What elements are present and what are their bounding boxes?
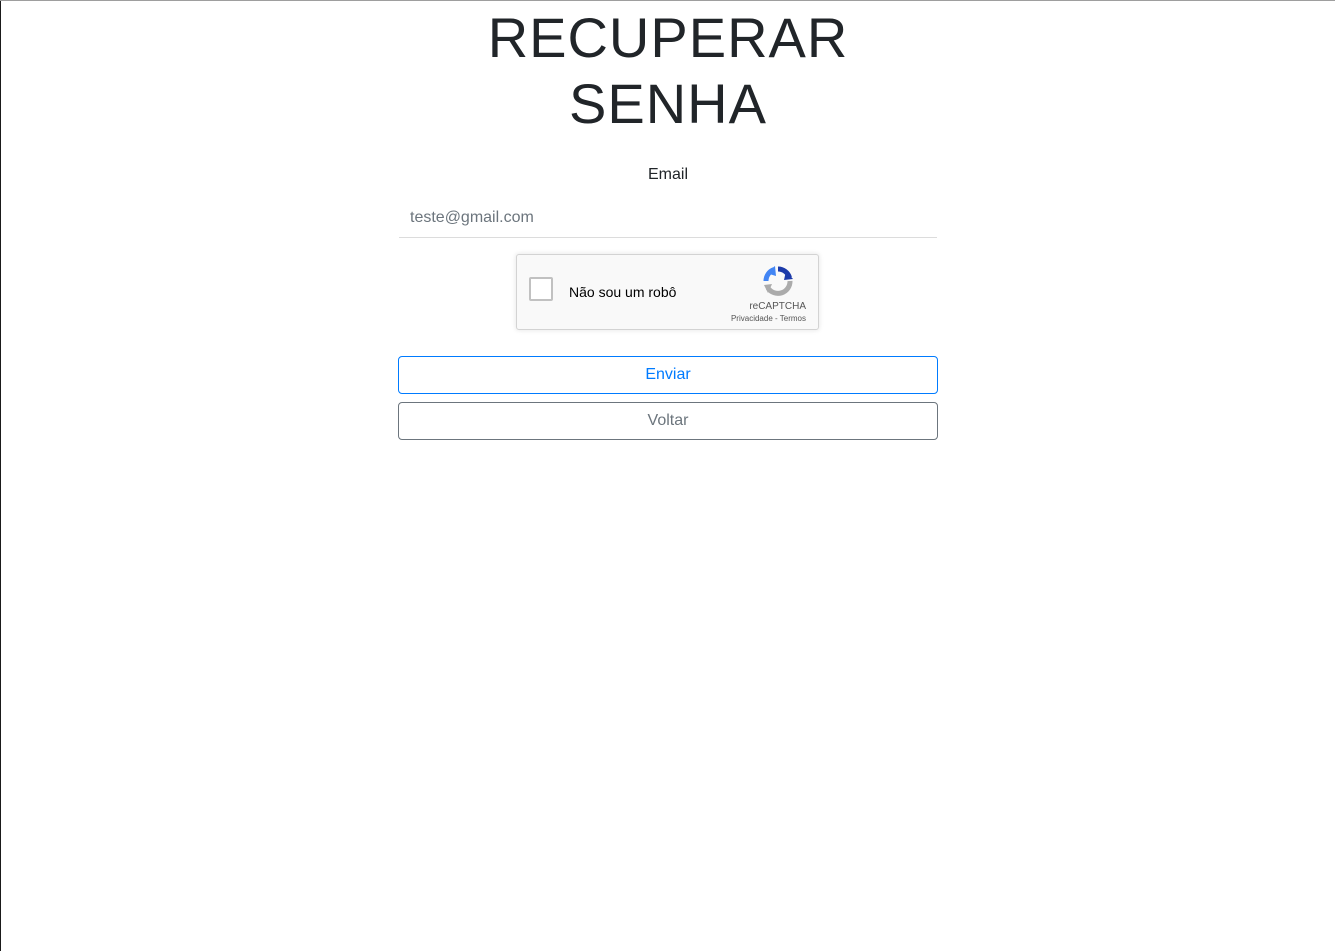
back-button[interactable]: Voltar <box>398 402 938 440</box>
page-title: RECUPERAR SENHA <box>487 6 849 135</box>
recaptcha-logo-icon <box>763 266 793 296</box>
recaptcha-brand: reCAPTCHA <box>749 301 806 312</box>
recaptcha-widget: Não sou um robô reCAPTCHA Privacidade - … <box>516 254 819 330</box>
send-button[interactable]: Enviar <box>398 356 938 394</box>
recaptcha-links-separator: - <box>775 314 778 323</box>
recaptcha-checkbox[interactable] <box>529 277 553 301</box>
recaptcha-privacy-link[interactable]: Privacidade <box>731 314 773 323</box>
recover-password-container: RECUPERAR SENHA Email Não sou um robô re… <box>398 1 938 440</box>
recaptcha-links: Privacidade - Termos <box>731 314 806 323</box>
email-field[interactable] <box>399 198 937 238</box>
page-frame: RECUPERAR SENHA Email Não sou um robô re… <box>0 0 1335 951</box>
email-label: Email <box>647 166 688 183</box>
recaptcha-label: Não sou um robô <box>569 284 677 300</box>
window-edge <box>0 1 1 951</box>
recaptcha-terms-link[interactable]: Termos <box>780 314 806 323</box>
